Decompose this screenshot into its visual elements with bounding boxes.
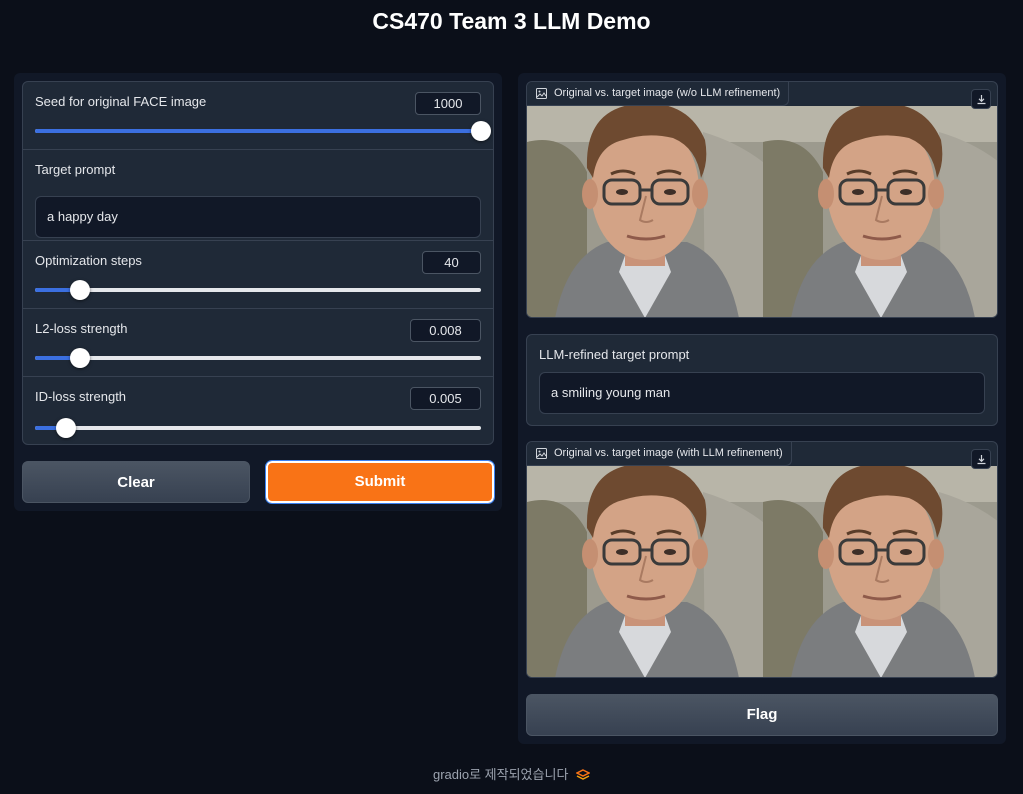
image-icon	[536, 448, 547, 459]
id-slider[interactable]	[35, 418, 481, 438]
id-number-input[interactable]: 0.005	[410, 387, 481, 410]
clear-button[interactable]: Clear	[22, 461, 250, 503]
download-icon[interactable]	[971, 449, 991, 469]
footer: gradio로 제작되었습니다	[0, 764, 1023, 783]
steps-slider[interactable]	[35, 280, 481, 300]
l2-slider-handle[interactable]	[69, 348, 90, 368]
seed-slider-fill	[35, 129, 481, 133]
seed-number-input[interactable]: 1000	[415, 92, 481, 115]
image-label-without-llm: Original vs. target image (w/o LLM refin…	[527, 82, 790, 106]
steps-slider-handle[interactable]	[69, 280, 90, 300]
llm-refined-prompt-block: LLM-refined target prompt a smiling youn…	[526, 334, 998, 426]
target-prompt-label: Target prompt	[35, 162, 116, 177]
image-label-text-with-llm: Original vs. target image (with LLM refi…	[554, 447, 783, 459]
id-slider-handle[interactable]	[56, 418, 77, 438]
steps-slider-block: Optimization steps 40	[23, 241, 493, 309]
l2-label: L2-loss strength	[35, 321, 128, 336]
input-form: Seed for original FACE image 1000 Target…	[22, 81, 494, 445]
target-face-image	[763, 106, 998, 318]
flag-button[interactable]: Flag	[526, 694, 998, 736]
image-label-with-llm: Original vs. target image (with LLM refi…	[527, 442, 792, 466]
seed-slider-handle[interactable]	[471, 121, 491, 141]
steps-label: Optimization steps	[35, 253, 142, 268]
output-image-panel-with-llm: Original vs. target image (with LLM refi…	[526, 441, 998, 678]
target-prompt-input[interactable]: a happy day	[35, 196, 481, 238]
original-face-image	[527, 106, 763, 318]
image-label-text-without-llm: Original vs. target image (w/o LLM refin…	[554, 87, 781, 99]
image-icon	[536, 88, 547, 99]
target-prompt-block: Target prompt a happy day	[23, 150, 493, 241]
steps-number-input[interactable]: 40	[422, 251, 481, 274]
seed-label: Seed for original FACE image	[35, 94, 207, 109]
output-image-panel-without-llm: Original vs. target image (w/o LLM refin…	[526, 81, 998, 318]
refined-target-face-image	[763, 466, 998, 678]
submit-button[interactable]: Submit	[265, 460, 495, 504]
id-label: ID-loss strength	[35, 389, 127, 404]
page-title: CS470 Team 3 LLM Demo	[372, 8, 651, 34]
seed-slider[interactable]	[35, 121, 491, 141]
seed-slider-block: Seed for original FACE image 1000	[23, 82, 493, 150]
footer-text[interactable]: gradio로 제작되었습니다	[433, 767, 568, 782]
id-slider-block: ID-loss strength 0.005	[23, 377, 493, 444]
l2-number-input[interactable]: 0.008	[410, 319, 481, 342]
output-column: Original vs. target image (w/o LLM refin…	[518, 73, 1006, 744]
original-face-image	[527, 466, 763, 678]
llm-refined-prompt-label: LLM-refined target prompt	[539, 347, 690, 362]
input-column: Seed for original FACE image 1000 Target…	[14, 73, 502, 511]
l2-slider[interactable]	[35, 348, 481, 368]
l2-slider-block: L2-loss strength 0.008	[23, 309, 493, 377]
gradio-logo-icon	[576, 769, 591, 780]
llm-refined-prompt-output[interactable]: a smiling young man	[539, 372, 985, 414]
download-icon[interactable]	[971, 89, 991, 109]
